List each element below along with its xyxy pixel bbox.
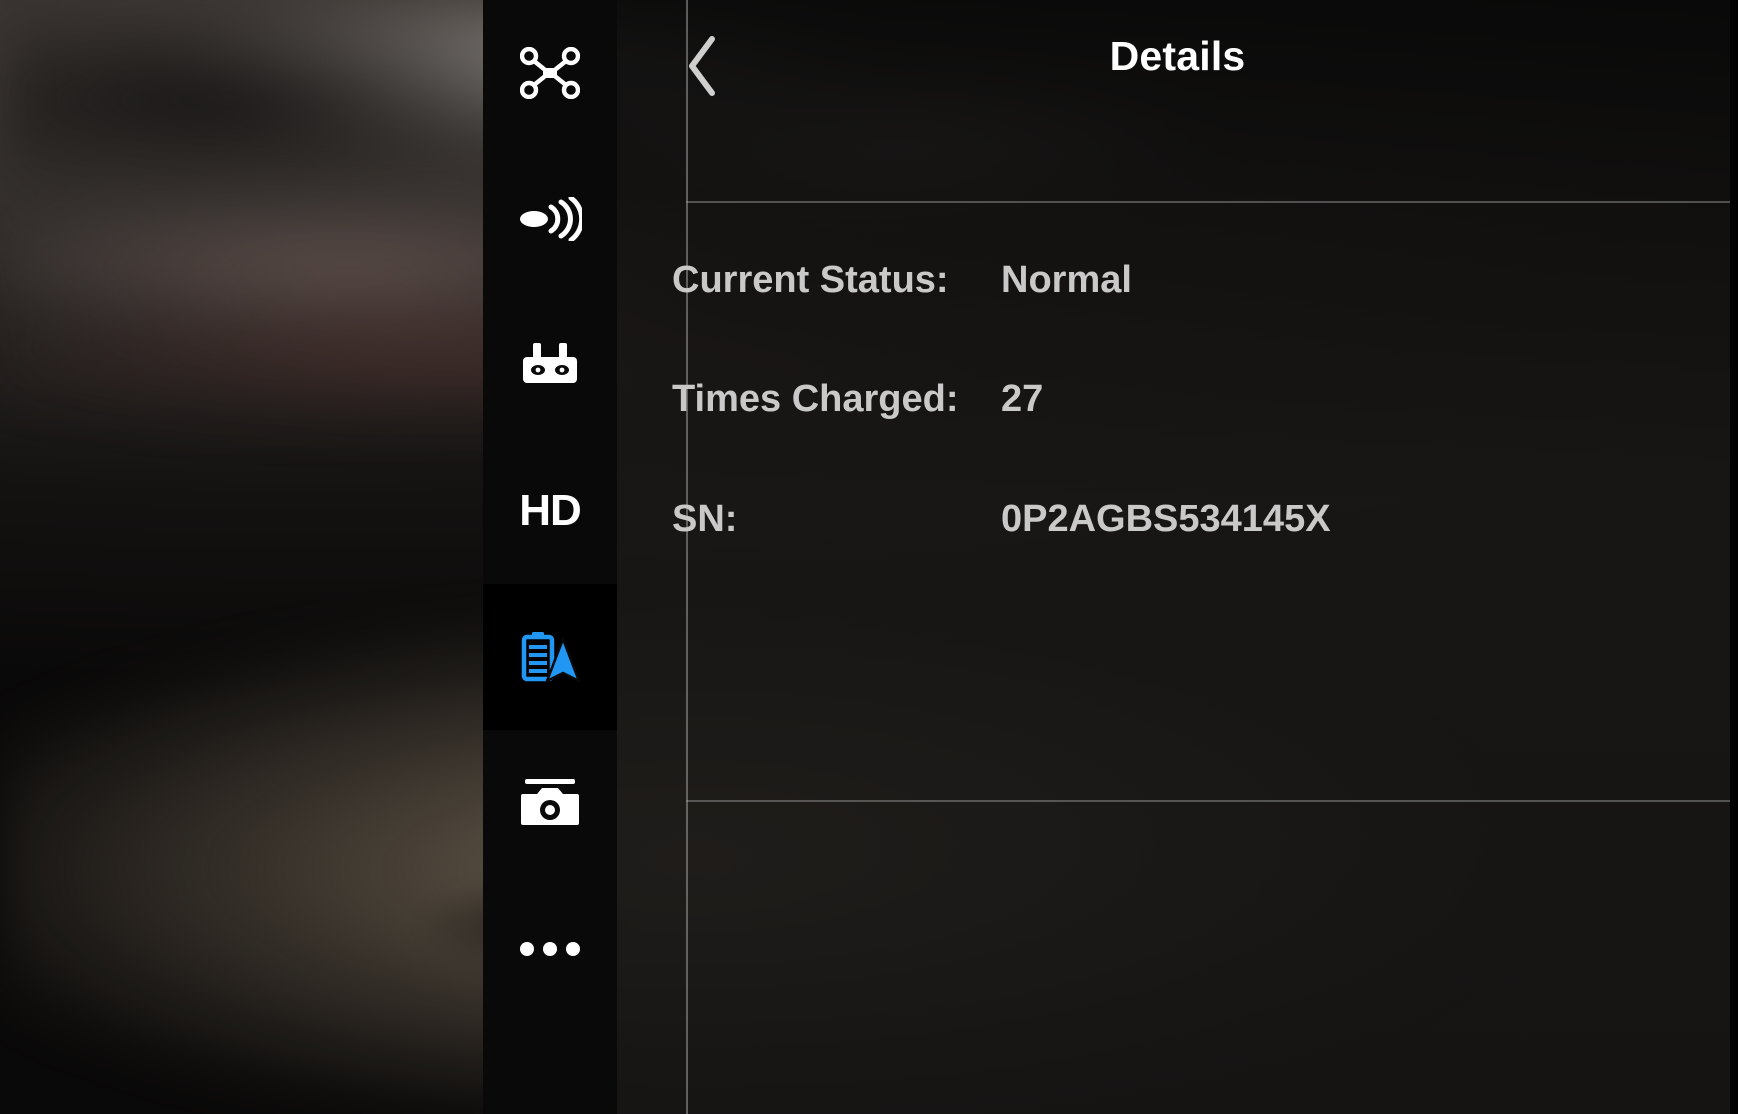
- battery-aircraft-icon: [519, 628, 581, 686]
- panel-header: Details: [617, 0, 1738, 202]
- details-list: Current Status: Normal Times Charged: 27…: [617, 202, 1738, 800]
- details-panel: Details Current Status: Normal Times Cha…: [617, 0, 1738, 1114]
- page-title: Details: [1109, 33, 1246, 79]
- hd-icon: HD: [519, 486, 582, 535]
- detail-row-times-charged: Times Charged: 27: [617, 369, 1738, 429]
- panel-right-edge: [1730, 0, 1738, 1114]
- detail-value: Normal: [1001, 258, 1132, 301]
- sidebar-item-camera[interactable]: [483, 730, 617, 876]
- detail-label: Current Status:: [672, 258, 949, 301]
- sidebar-item-aircraft[interactable]: [483, 0, 617, 146]
- sidebar-item-remote-controller[interactable]: [483, 292, 617, 438]
- detail-value: 27: [1001, 377, 1044, 420]
- sidebar-item-hd[interactable]: HD: [483, 438, 617, 584]
- sidebar-item-more[interactable]: [483, 876, 617, 1022]
- detail-row-current-status: Current Status: Normal: [617, 250, 1738, 310]
- detail-row-sn: SN: 0P2AGBS534145X: [617, 489, 1738, 549]
- remote-controller-icon: [521, 341, 579, 389]
- detail-label: SN:: [672, 497, 738, 540]
- sidebar-item-battery[interactable]: [483, 584, 617, 730]
- divider-bottom: [686, 800, 1738, 802]
- camera-icon: [521, 777, 579, 829]
- detail-value: 0P2AGBS534145X: [1001, 497, 1331, 540]
- app-screen: HD Details Current Status: Normal Times …: [0, 0, 1738, 1114]
- detail-label: Times Charged:: [672, 377, 959, 420]
- drone-icon: [520, 47, 580, 99]
- transmission-icon: [518, 197, 582, 241]
- more-icon: [519, 941, 581, 957]
- sidebar-item-image-transmission[interactable]: [483, 146, 617, 292]
- settings-sidebar[interactable]: HD: [483, 0, 617, 1114]
